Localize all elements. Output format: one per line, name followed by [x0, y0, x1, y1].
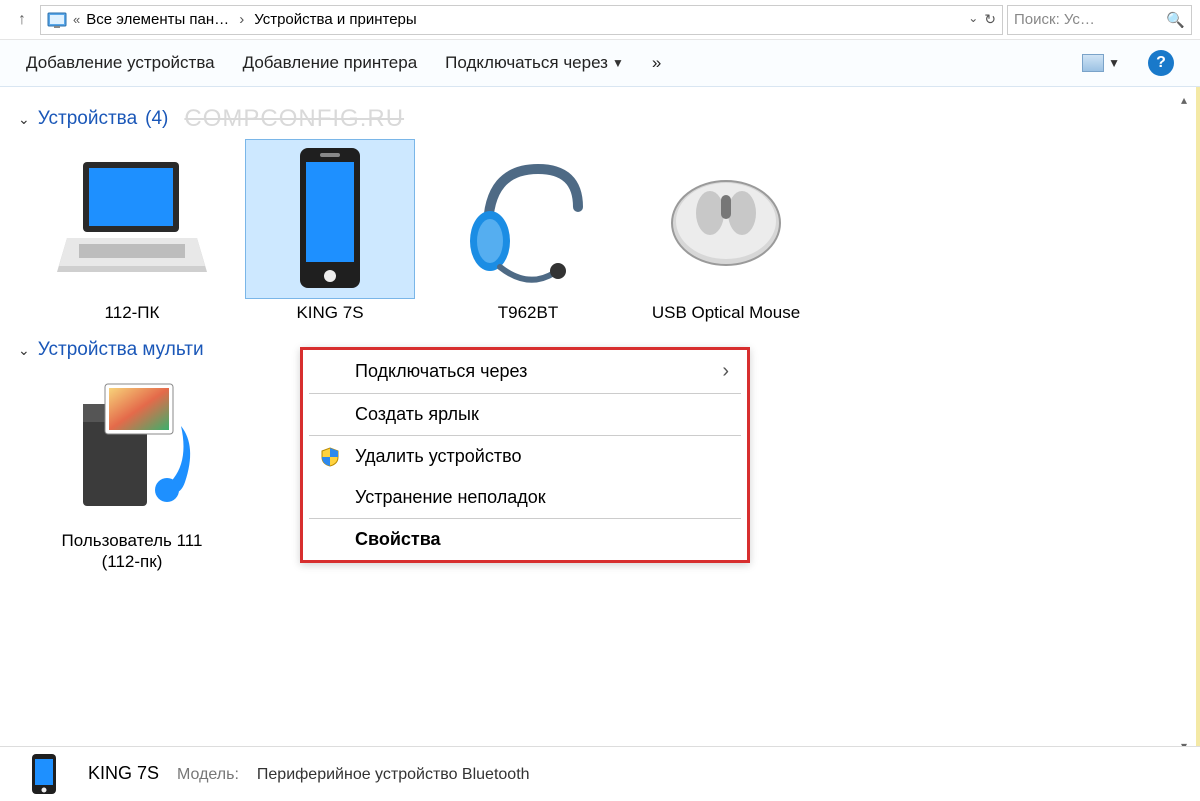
headset-icon — [443, 139, 613, 299]
menu-create-shortcut[interactable]: Создать ярлык — [303, 394, 747, 435]
command-toolbar: Добавление устройства Добавление принтер… — [0, 40, 1200, 87]
menu-properties[interactable]: Свойства — [303, 519, 747, 560]
address-bar: ↑ « Все элементы пан… › Устройства и при… — [0, 0, 1200, 40]
view-icon — [1082, 54, 1104, 72]
caret-down-icon: ⌄ — [18, 342, 30, 359]
connect-via-button[interactable]: Подключаться через ▼ — [445, 53, 624, 73]
device-item[interactable]: USB Optical Mouse — [636, 139, 816, 323]
chevron-down-icon: ▼ — [1108, 56, 1120, 70]
mouse-icon — [641, 139, 811, 299]
media-server-icon — [47, 367, 217, 527]
chevron-right-icon: › — [722, 360, 729, 383]
menu-connect-via[interactable]: Подключаться через › — [303, 350, 747, 393]
phone-icon — [245, 139, 415, 299]
group-devices-header[interactable]: ⌄ Устройства (4) COMPCONFIG.RU — [18, 105, 1182, 133]
address-dropdown[interactable]: ⌄ ↻ — [968, 11, 996, 28]
scroll-up-icon[interactable]: ▴ — [1174, 89, 1194, 111]
search-input[interactable]: Поиск: Ус… 🔍 — [1007, 5, 1192, 35]
context-menu: Подключаться через › Создать ярлык Удали… — [300, 347, 750, 563]
device-item[interactable]: T962BT — [438, 139, 618, 323]
chevron-down-icon: ▼ — [612, 56, 624, 70]
help-button[interactable]: ? — [1148, 50, 1174, 76]
vertical-scrollbar[interactable]: ▴ ▾ — [1174, 89, 1194, 757]
caret-down-icon: ⌄ — [18, 111, 30, 128]
window-edge — [1196, 87, 1200, 757]
details-device-name: KING 7S — [88, 763, 159, 784]
details-model-value: Периферийное устройство Bluetooth — [257, 766, 530, 784]
shield-uac-icon — [319, 446, 341, 468]
device-item[interactable]: Пользователь 111 (112-пк) — [42, 367, 222, 572]
scroll-track[interactable] — [1174, 111, 1194, 735]
add-device-button[interactable]: Добавление устройства — [26, 53, 215, 73]
details-pane: KING 7S Модель: Периферийное устройство … — [0, 746, 1200, 800]
add-printer-button[interactable]: Добавление принтера — [243, 53, 418, 73]
nav-up-icon[interactable]: ↑ — [8, 6, 36, 34]
view-mode-button[interactable]: ▼ — [1082, 54, 1120, 72]
crumb-devices-printers[interactable]: Устройства и принтеры — [254, 11, 416, 28]
laptop-icon — [47, 139, 217, 299]
device-item[interactable]: KING 7S — [240, 139, 420, 323]
search-icon[interactable]: 🔍 — [1166, 11, 1185, 29]
crumb-all-items[interactable]: Все элементы пан… — [86, 11, 229, 28]
menu-troubleshoot[interactable]: Устранение неполадок — [303, 477, 747, 518]
device-item[interactable]: 112-ПК — [42, 139, 222, 323]
refresh-icon[interactable]: ↻ — [984, 11, 996, 28]
toolbar-overflow[interactable]: » — [652, 53, 661, 73]
chevron-right-icon: › — [235, 11, 248, 28]
menu-remove-device[interactable]: Удалить устройство — [303, 436, 747, 477]
details-model-label: Модель: — [177, 766, 239, 784]
details-thumb-icon — [18, 752, 70, 796]
breadcrumb-double-chevron-icon: « — [73, 12, 80, 27]
control-panel-icon — [47, 10, 67, 30]
breadcrumb-box[interactable]: « Все элементы пан… › Устройства и принт… — [40, 5, 1003, 35]
devices-grid: 112-ПК KING 7S — [18, 139, 1182, 323]
watermark-text: COMPCONFIG.RU — [184, 105, 404, 133]
content-area: ⌄ Устройства (4) COMPCONFIG.RU 112-ПК — [0, 87, 1200, 757]
